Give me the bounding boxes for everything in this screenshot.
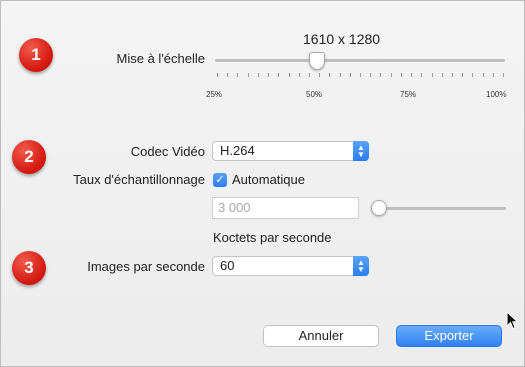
scale-tick-mark <box>472 73 474 77</box>
scale-tick-label-100: 100% <box>486 90 507 99</box>
scale-tick-mark <box>217 73 218 77</box>
scale-tick-mark <box>288 73 290 77</box>
scale-tick-mark <box>237 73 239 77</box>
scale-tick-mark <box>339 73 341 77</box>
scale-tick-mark <box>360 73 361 77</box>
scale-slider-track[interactable] <box>215 59 505 62</box>
scale-slider-thumb[interactable] <box>309 52 325 70</box>
scale-tick-mark <box>503 73 504 77</box>
step-badge-1: 1 <box>19 38 53 72</box>
scale-tick-mark <box>421 73 423 77</box>
cancel-button[interactable]: Annuler <box>263 325 379 347</box>
scale-tick-label-25: 25% <box>206 90 223 99</box>
scale-tick-label-75: 75% <box>400 90 417 99</box>
export-button[interactable]: Exporter <box>396 325 502 347</box>
scale-tick-mark <box>462 73 464 77</box>
scale-tick-mark <box>227 73 229 77</box>
scale-tick-mark <box>349 73 351 77</box>
scale-tick-mark <box>451 73 453 77</box>
sample-rate-input[interactable]: 3 000 <box>212 197 359 219</box>
fps-select-stepper-icon: ▲ ▼ <box>353 256 369 276</box>
automatic-checkbox[interactable]: ✓ <box>213 173 227 187</box>
scale-tick-mark <box>441 73 443 77</box>
scale-tick-mark <box>370 73 372 77</box>
scale-tick-mark <box>431 73 433 77</box>
scale-tick-mark <box>492 73 494 77</box>
codec-select-value: H.264 <box>220 143 255 158</box>
scale-tick-mark <box>390 73 392 77</box>
step-badge-3: 3 <box>12 251 46 285</box>
sample-rate-label: Taux d'échantillonnage <box>73 172 205 187</box>
scale-tick-mark <box>268 73 270 77</box>
export-dialog: 1 1610 x 1280 Mise à l'échelle 25% 50% 7… <box>0 0 525 367</box>
codec-select-stepper-icon: ▲ ▼ <box>353 141 369 161</box>
codec-label: Codec Vidéo <box>130 144 205 159</box>
checkmark-icon: ✓ <box>215 174 225 186</box>
fps-label: Images par seconde <box>87 259 205 274</box>
sample-rate-unit: Koctets par seconde <box>213 230 332 245</box>
step-badge-2: 2 <box>12 140 46 174</box>
sample-rate-slider-thumb[interactable] <box>371 200 387 216</box>
scale-tick-mark <box>278 73 280 77</box>
codec-select[interactable]: H.264 ▲ ▼ <box>212 141 369 161</box>
scale-tick-mark <box>308 73 310 77</box>
scale-tick-label-50: 50% <box>306 90 323 99</box>
scale-tick-mark <box>257 73 259 77</box>
scale-tick-mark <box>482 73 484 77</box>
mouse-cursor-icon <box>506 311 519 330</box>
automatic-checkbox-label[interactable]: Automatique <box>232 172 305 187</box>
sample-rate-slider-track[interactable] <box>372 207 506 210</box>
scale-tick-mark <box>329 73 331 77</box>
fps-select[interactable]: 60 ▲ ▼ <box>212 256 369 276</box>
scale-label: Mise à l'échelle <box>116 51 205 66</box>
scale-tick-mark <box>380 73 382 77</box>
scale-tick-mark <box>411 73 413 77</box>
fps-select-value: 60 <box>220 258 235 273</box>
scale-tick-mark <box>298 73 300 77</box>
resolution-readout: 1610 x 1280 <box>303 31 381 47</box>
scale-tick-mark <box>247 73 249 77</box>
scale-tick-mark <box>400 73 402 77</box>
scale-tick-mark <box>319 73 321 77</box>
